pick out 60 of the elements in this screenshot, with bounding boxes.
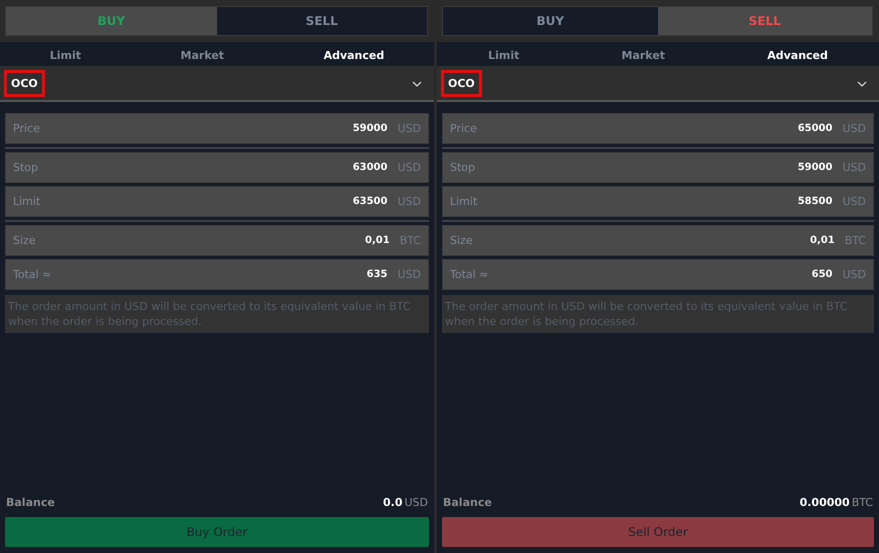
field-value: 63000 bbox=[352, 162, 388, 173]
order-tab[interactable]: Market bbox=[180, 49, 224, 62]
balance-unit: USD bbox=[404, 496, 428, 509]
field-unit: BTC bbox=[844, 234, 866, 247]
order-tab[interactable]: Limit bbox=[50, 49, 82, 62]
input-field[interactable]: Price 65000 USD bbox=[442, 113, 874, 144]
field-unit: USD bbox=[842, 268, 866, 281]
order-tab[interactable]: Advanced bbox=[324, 49, 384, 62]
field-label: Limit bbox=[13, 195, 42, 208]
balance-amount: 0.0 bbox=[382, 496, 402, 509]
order-type-value: OCO bbox=[4, 70, 45, 97]
field-unit: USD bbox=[842, 195, 866, 208]
input-field[interactable]: Price 59000 USD bbox=[5, 113, 429, 144]
order-type-dropdown[interactable]: OCO bbox=[437, 66, 879, 102]
buy-toggle[interactable]: BUY bbox=[443, 7, 658, 35]
field-label: Price bbox=[13, 122, 41, 135]
chevron-down-icon bbox=[857, 80, 867, 86]
field-unit: USD bbox=[397, 161, 421, 174]
field-value: 59000 bbox=[798, 162, 832, 173]
order-type-value: OCO bbox=[441, 70, 482, 97]
order-tab[interactable]: Market bbox=[622, 49, 666, 62]
sell-toggle[interactable]: SELL bbox=[216, 7, 427, 35]
input-field[interactable]: Stop 63000 USD bbox=[5, 152, 429, 183]
input-field[interactable]: Limit 58500 USD bbox=[442, 186, 874, 217]
input-field[interactable]: Total ≈ 635 USD bbox=[5, 259, 429, 290]
field-value: 0,01 bbox=[810, 235, 835, 246]
balance-label: Balance bbox=[6, 496, 55, 509]
field-value: 63500 bbox=[352, 196, 388, 207]
field-label: Stop bbox=[450, 161, 476, 174]
field-value: 65000 bbox=[798, 123, 832, 134]
field-value: 650 bbox=[812, 269, 832, 280]
balance-amount: 0.00000 bbox=[800, 496, 850, 509]
field-value: 635 bbox=[366, 269, 388, 280]
field-label: Size bbox=[450, 234, 474, 247]
field-label: Price bbox=[450, 122, 478, 135]
input-field[interactable]: Size 0,01 BTC bbox=[5, 225, 429, 256]
field-label: Total ≈ bbox=[450, 268, 490, 281]
field-label: Total ≈ bbox=[13, 268, 52, 281]
field-value: 59000 bbox=[352, 123, 388, 134]
field-value: 58500 bbox=[798, 196, 832, 207]
input-field[interactable]: Stop 59000 USD bbox=[442, 152, 874, 183]
input-field[interactable]: Limit 63500 USD bbox=[5, 186, 429, 217]
field-unit: BTC bbox=[400, 234, 421, 247]
field-unit: USD bbox=[397, 122, 421, 135]
balance-unit: BTC bbox=[852, 496, 873, 509]
field-label: Size bbox=[13, 234, 37, 247]
order-type-dropdown[interactable]: OCO bbox=[0, 66, 434, 102]
order-tab[interactable]: Limit bbox=[488, 49, 520, 62]
field-unit: USD bbox=[397, 195, 421, 208]
order-tab[interactable]: Advanced bbox=[767, 49, 828, 62]
field-label: Stop bbox=[13, 161, 40, 174]
field-value: 0,01 bbox=[365, 235, 390, 246]
input-field[interactable]: Total ≈ 650 USD bbox=[442, 259, 874, 290]
field-unit: USD bbox=[842, 161, 866, 174]
field-unit: USD bbox=[842, 122, 866, 135]
field-unit: USD bbox=[397, 268, 421, 281]
input-field[interactable]: Size 0,01 BTC bbox=[442, 225, 874, 256]
balance-label: Balance bbox=[443, 496, 492, 509]
field-label: Limit bbox=[450, 195, 478, 208]
chevron-down-icon bbox=[412, 80, 422, 86]
